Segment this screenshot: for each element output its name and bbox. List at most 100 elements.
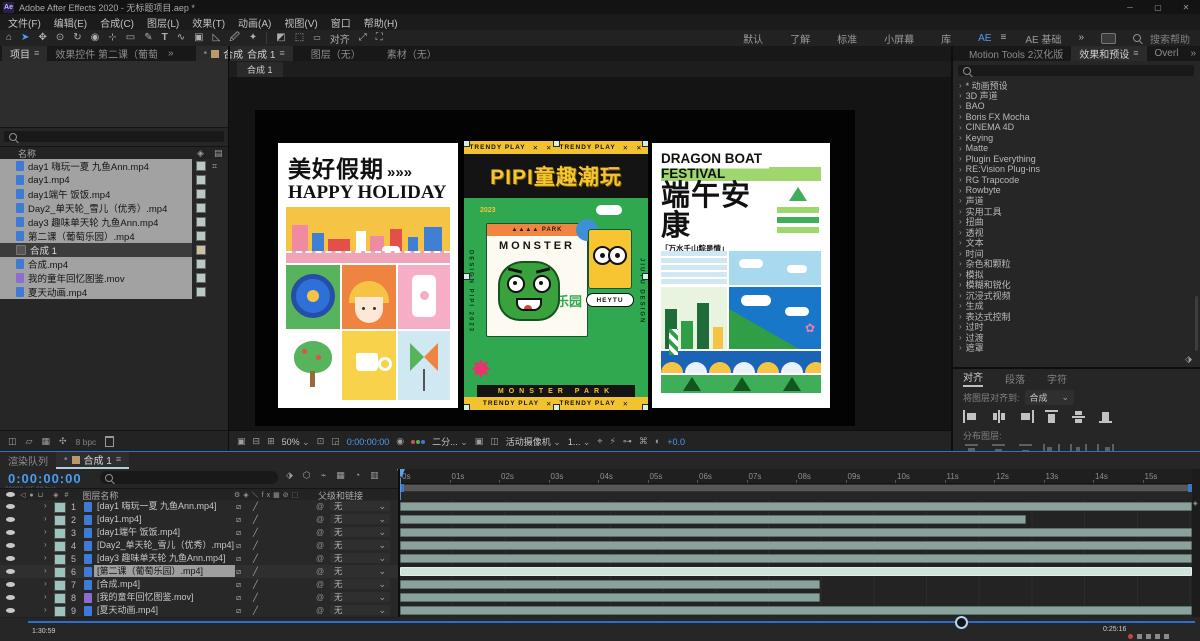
mini-flowchart-icon[interactable]: ⬗ — [286, 471, 293, 480]
comp-marker-icon[interactable]: ◈ — [1193, 501, 1198, 507]
effects-scrollbar[interactable] — [1195, 296, 1198, 351]
right-tabs-overflow[interactable]: » — [1186, 46, 1200, 61]
label-swatch[interactable] — [196, 273, 206, 283]
expand-chevron[interactable]: › — [44, 605, 47, 614]
project-item[interactable]: 第二课（葡萄乐园）.mp4 — [0, 229, 228, 243]
project-search-input[interactable] — [4, 131, 224, 142]
project-item[interactable]: 我的童年回忆图鉴.mov — [0, 271, 228, 285]
shy-layers-icon[interactable]: ⌁ — [321, 471, 326, 480]
effects-category[interactable]: ›3D 声道 — [953, 91, 1193, 102]
menu-effect[interactable]: 效果(T) — [192, 15, 225, 30]
quality-switch[interactable]: ╱ — [253, 567, 258, 576]
label-swatch[interactable] — [196, 245, 206, 255]
project-item[interactable]: 夏天动画.mp4 — [0, 285, 228, 299]
viewer-timecode[interactable]: 0:00:00:00 — [347, 437, 390, 447]
project-item[interactable]: Day2_单天轮_雪儿（优秀）.mp4 — [0, 201, 228, 215]
switches-column-icons[interactable]: ⚙◈＼fx▦⊘⬚ — [234, 490, 301, 500]
exposure-value[interactable]: +0.0 — [667, 437, 685, 447]
quality-switch[interactable]: ╱ — [253, 541, 258, 550]
selection-handle[interactable] — [553, 404, 560, 410]
layer-name[interactable]: [day1.mp4] — [94, 513, 235, 525]
trash-icon[interactable] — [105, 436, 114, 447]
layer-name[interactable]: [合成.mp4] — [94, 578, 235, 590]
menu-layer[interactable]: 图层(L) — [147, 15, 179, 30]
pixel-aspect-icon[interactable]: ⌖ — [597, 437, 602, 446]
reset-exposure-icon[interactable]: ◐ — [655, 437, 660, 446]
label-swatch[interactable] — [196, 189, 206, 199]
menu-edit[interactable]: 编辑(E) — [54, 15, 87, 30]
collapse-switch[interactable]: ⧄ — [236, 528, 241, 538]
quality-switch[interactable]: ╱ — [253, 515, 258, 524]
viewer-mini-tab[interactable]: 合成 1 — [237, 62, 283, 77]
divider[interactable] — [398, 469, 400, 617]
label-swatch[interactable] — [54, 567, 66, 578]
magnification-dropdown[interactable]: 50% ⌄ — [282, 437, 310, 447]
menu-composition[interactable]: 合成(C) — [100, 15, 134, 30]
layer-row[interactable]: › 4 [Day2_单天轮_雪儿（优秀）.mp4] ⧄╱ @ 无⌄ — [0, 539, 398, 553]
parent-dropdown[interactable]: 无⌄ — [330, 592, 390, 602]
puppet-pin-tool-icon[interactable]: ✦ — [249, 33, 257, 43]
eraser-tool-icon[interactable]: ◺ — [213, 33, 221, 43]
label-swatch[interactable] — [196, 203, 206, 213]
layer-row[interactable]: › 9 [夏天动画.mp4] ⧄╱ @ 无⌄ — [0, 604, 398, 618]
workspace-menu-icon[interactable]: ≡ — [1000, 33, 1006, 43]
help-search-input[interactable]: 搜索帮助 — [1150, 31, 1190, 46]
progress-line[interactable] — [28, 621, 1195, 623]
selection-handle[interactable] — [464, 141, 470, 147]
expand-chevron[interactable]: › — [44, 540, 47, 549]
effects-category[interactable]: ›BAO — [953, 101, 1193, 112]
resolution-dropdown[interactable]: 二分... ⌄ — [432, 435, 468, 448]
label-swatch[interactable] — [196, 161, 206, 171]
camera-tool-icon[interactable]: ◉ — [91, 33, 100, 43]
parent-dropdown[interactable]: 无⌄ — [330, 579, 390, 589]
main-viewer-icon[interactable]: ⊟ — [253, 437, 261, 446]
quality-switch[interactable]: ╱ — [253, 580, 258, 589]
quality-switch[interactable]: ╱ — [253, 593, 258, 602]
menu-help[interactable]: 帮助(H) — [364, 15, 398, 30]
region-of-interest-icon[interactable]: ▣ — [475, 437, 484, 446]
zoom-tool-icon[interactable]: ⊙ — [56, 33, 64, 43]
project-item[interactable]: day1 嗨玩一夏 九鱼Ann.mp4 ⌗ — [0, 159, 228, 173]
work-area-bar[interactable] — [400, 484, 1192, 492]
collapse-switch[interactable]: ⧄ — [236, 541, 241, 551]
visibility-toggle[interactable] — [6, 556, 15, 561]
expand-chevron[interactable]: › — [44, 566, 47, 575]
tab-effects-presets[interactable]: 效果和预设≡ — [1071, 46, 1146, 61]
label-column-icon[interactable]: ◈ — [197, 149, 204, 158]
effects-category[interactable]: ›扭曲 — [953, 217, 1193, 228]
selection-handle[interactable] — [464, 404, 470, 410]
new-animation-preset-icon[interactable]: ⬗ — [1185, 355, 1192, 364]
layer-duration-bar[interactable] — [400, 554, 1192, 563]
parent-dropdown[interactable]: 无⌄ — [330, 514, 390, 524]
workspace-default[interactable]: 默认 — [743, 31, 763, 46]
label-swatch[interactable] — [196, 231, 206, 241]
layer-duration-bar[interactable] — [400, 593, 820, 602]
tab-composition[interactable]: • 合成合成 1≡ — [196, 46, 293, 61]
layer-duration-bar[interactable] — [400, 528, 1192, 537]
menu-window[interactable]: 窗口 — [331, 15, 351, 30]
layer-row[interactable]: › 1 [day1 嗨玩一夏 九鱼Ann.mp4] ⧄╱ @ 无⌄ — [0, 500, 398, 514]
label-swatch[interactable] — [54, 554, 66, 565]
tab-paragraph[interactable]: 段落 — [1005, 371, 1025, 386]
poster-dragon-boat[interactable]: DRAGON BOAT FESTIVAL 端午安康 「万水千山粽是情」 「糯米肉… — [652, 143, 830, 408]
effects-category[interactable]: ›CINEMA 4D — [953, 122, 1193, 133]
share-frame-icon[interactable]: ⊞ — [267, 437, 275, 446]
channel-icon[interactable] — [411, 440, 425, 444]
layer-duration-bar[interactable] — [400, 502, 1192, 511]
effects-category[interactable]: ›透视 — [953, 227, 1193, 238]
quality-switch[interactable]: ╱ — [253, 606, 258, 615]
tab-motion-tools[interactable]: Motion Tools 2汉化版 — [961, 46, 1071, 61]
menu-view[interactable]: 视图(V) — [284, 15, 317, 30]
timeline-timecode[interactable]: 0:00:00:00 — [8, 471, 82, 486]
visibility-toggle[interactable] — [6, 595, 15, 600]
layer-row[interactable]: › 7 [合成.mp4] ⧄╱ @ 无⌄ — [0, 578, 398, 592]
visibility-toggle[interactable] — [6, 543, 15, 548]
tab-timeline-comp[interactable]: • 合成 1≡ — [56, 452, 129, 469]
solo-column-icon[interactable]: ● — [29, 492, 33, 499]
collapse-switch[interactable]: ⧄ — [236, 502, 241, 512]
effects-category[interactable]: ›遮罩 — [953, 343, 1193, 354]
view-layout-dropdown[interactable]: 1... ⌄ — [568, 437, 591, 447]
parent-dropdown[interactable]: 无⌄ — [330, 605, 390, 615]
menu-file[interactable]: 文件(F) — [8, 15, 41, 30]
workspace-learn[interactable]: 了解 — [790, 31, 810, 46]
